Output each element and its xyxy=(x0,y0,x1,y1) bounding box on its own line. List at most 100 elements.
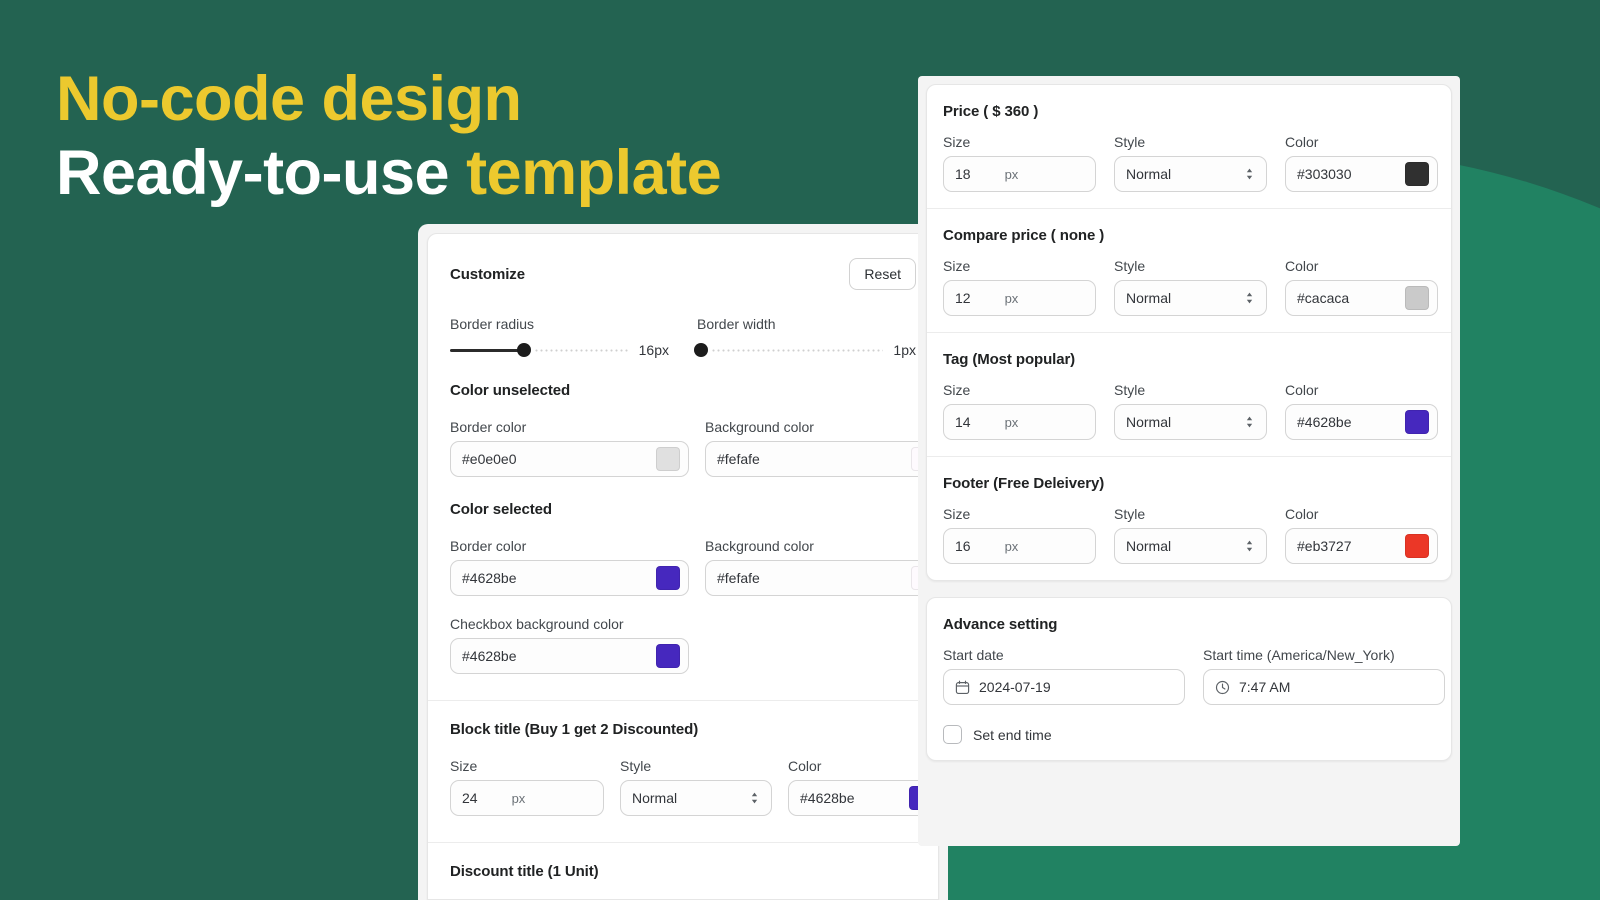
slider-thumb[interactable] xyxy=(517,343,531,357)
color-value: #cacaca xyxy=(1297,290,1350,306)
price-size-group: Size 18 px xyxy=(943,134,1096,192)
border-radius-value: 16px xyxy=(638,342,669,358)
selected-border-color-input[interactable]: #4628be xyxy=(450,560,689,596)
price-color-input[interactable]: #303030 xyxy=(1285,156,1438,192)
color-value: #303030 xyxy=(1297,166,1352,182)
footer-color-input[interactable]: #eb3727 xyxy=(1285,528,1438,564)
size-unit: px xyxy=(1004,166,1019,182)
style-value: Normal xyxy=(1126,166,1172,182)
border-width-value: 1px xyxy=(893,342,916,358)
style-label: Style xyxy=(620,758,652,774)
screenshot-root: No-code design Ready-to-use template Cus… xyxy=(0,0,1600,900)
chevron-updown-icon xyxy=(1246,292,1253,304)
chevron-updown-icon xyxy=(751,792,758,804)
block-title-color-input[interactable]: #4628be xyxy=(788,780,938,816)
unselected-border-color-input[interactable]: #e0e0e0 xyxy=(450,441,689,477)
border-radius-slider[interactable] xyxy=(450,343,629,357)
size-unit: px xyxy=(1004,290,1019,306)
block-title-fields-row: Size 24 px Style Normal Color #4628be xyxy=(428,758,938,816)
hero-heading: No-code design Ready-to-use template xyxy=(56,62,722,211)
color-swatch[interactable] xyxy=(656,644,680,668)
chevron-updown-icon xyxy=(1246,540,1253,552)
footer-size-input[interactable]: 16 px xyxy=(943,528,1096,564)
color-swatch[interactable] xyxy=(656,566,680,590)
color-unselected-row: Border color #e0e0e0 Background color #f… xyxy=(428,419,938,477)
color-label: Color xyxy=(788,758,822,774)
compare-price-style-select[interactable]: Normal xyxy=(1114,280,1267,316)
selected-border-color-label: Border color xyxy=(450,538,527,554)
border-width-slider[interactable] xyxy=(694,343,884,357)
advance-setting-title: Advance setting xyxy=(943,616,1058,633)
color-value: #eb3727 xyxy=(1297,538,1352,554)
tag-size-input[interactable]: 14 px xyxy=(943,404,1096,440)
compare-price-color-input[interactable]: #cacaca xyxy=(1285,280,1438,316)
selected-background-color-group: Background color #fefafe xyxy=(705,538,938,596)
style-label: Style xyxy=(1114,506,1146,522)
chevron-updown-icon xyxy=(1246,416,1253,428)
tag-section-title: Tag (Most popular) xyxy=(943,351,1076,368)
price-style-select[interactable]: Normal xyxy=(1114,156,1267,192)
footer-style-select[interactable]: Normal xyxy=(1114,528,1267,564)
style-label: Style xyxy=(1114,258,1146,274)
advance-setting-section: Advance setting Start date 2024-07-19 St… xyxy=(927,598,1451,760)
tag-color-group: Color #4628be xyxy=(1285,382,1438,440)
color-label: Color xyxy=(1285,134,1319,150)
advance-date-time-row: Start date 2024-07-19 Start time (Americ… xyxy=(943,647,1445,705)
tag-style-select[interactable]: Normal xyxy=(1114,404,1267,440)
size-value: 24 xyxy=(462,790,478,806)
checkbox-background-color-input[interactable]: #4628be xyxy=(450,638,689,674)
slider-thumb[interactable] xyxy=(694,343,708,357)
set-end-time-row[interactable]: Set end time xyxy=(943,725,1435,744)
color-value: #e0e0e0 xyxy=(462,451,517,467)
start-time-input[interactable]: 7:47 AM xyxy=(1203,669,1445,705)
footer-style-group: Style Normal xyxy=(1114,506,1267,564)
unselected-background-color-input[interactable]: #fefafe xyxy=(705,441,938,477)
color-swatch[interactable] xyxy=(1405,286,1429,310)
start-time-group: Start time (America/New_York) 7:47 AM xyxy=(1203,647,1445,705)
color-label: Color xyxy=(1285,258,1319,274)
color-selected-title: Color selected xyxy=(450,501,552,518)
footer-color-group: Color #eb3727 xyxy=(1285,506,1438,564)
tag-color-input[interactable]: #4628be xyxy=(1285,404,1438,440)
color-swatch[interactable] xyxy=(1405,534,1429,558)
discount-title-section-title: Discount title (1 Unit) xyxy=(450,863,599,880)
compare-price-section: Compare price ( none ) Size 12 px Style … xyxy=(927,209,1451,332)
unselected-background-color-label: Background color xyxy=(705,419,814,435)
color-swatch[interactable] xyxy=(1405,410,1429,434)
color-swatch[interactable] xyxy=(656,447,680,471)
advance-setting-card: Advance setting Start date 2024-07-19 St… xyxy=(926,597,1452,761)
price-section: Price ( $ 360 ) Size 18 px Style Normal xyxy=(927,85,1451,208)
size-label: Size xyxy=(943,506,971,522)
block-title-section-title: Block title (Buy 1 get 2 Discounted) xyxy=(450,721,699,738)
block-title-style-select[interactable]: Normal xyxy=(620,780,772,816)
start-date-input[interactable]: 2024-07-19 xyxy=(943,669,1185,705)
compare-price-size-input[interactable]: 12 px xyxy=(943,280,1096,316)
block-title-style-group: Style Normal xyxy=(620,758,772,816)
set-end-time-checkbox[interactable] xyxy=(943,725,962,744)
size-label: Size xyxy=(450,758,478,774)
price-section-title: Price ( $ 360 ) xyxy=(943,103,1039,120)
size-unit: px xyxy=(511,790,526,806)
color-swatch[interactable] xyxy=(1405,162,1429,186)
tag-style-group: Style Normal xyxy=(1114,382,1267,440)
price-fields-row: Size 18 px Style Normal Color #303030 xyxy=(943,134,1438,192)
reset-button[interactable]: Reset xyxy=(849,258,916,290)
tag-section: Tag (Most popular) Size 14 px Style Norm… xyxy=(927,333,1451,456)
calendar-icon xyxy=(955,680,970,694)
size-unit: px xyxy=(1004,538,1019,554)
block-title-size-input[interactable]: 24 px xyxy=(450,780,604,816)
hero-line-1: No-code design xyxy=(56,64,522,134)
footer-section: Footer (Free Deleivery) Size 16 px Style… xyxy=(927,457,1451,580)
block-title-color-group: Color #4628be xyxy=(788,758,938,816)
slider-row: Border radius 16px Border width 1px xyxy=(428,290,938,358)
color-label: Color xyxy=(1285,382,1319,398)
set-end-time-label: Set end time xyxy=(973,726,1052,743)
tag-size-group: Size 14 px xyxy=(943,382,1096,440)
size-unit: px xyxy=(1004,414,1019,430)
size-label: Size xyxy=(943,382,971,398)
price-size-input[interactable]: 18 px xyxy=(943,156,1096,192)
color-value: #4628be xyxy=(1297,414,1352,430)
selected-background-color-input[interactable]: #fefafe xyxy=(705,560,938,596)
customize-panel-shell: Customize Reset Border radius 16px Borde… xyxy=(418,224,948,900)
style-value: Normal xyxy=(1126,538,1172,554)
